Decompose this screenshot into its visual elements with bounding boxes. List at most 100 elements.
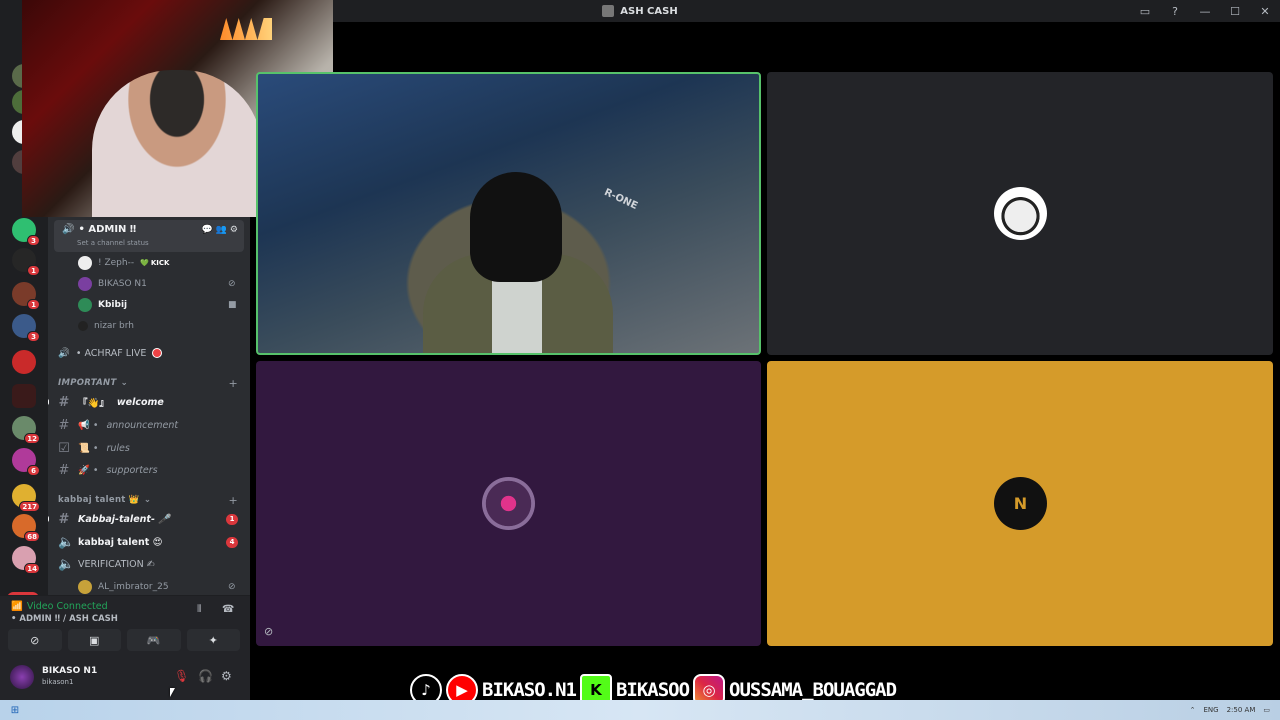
avatar <box>78 256 92 270</box>
server-icon[interactable] <box>12 350 36 374</box>
add-channel-icon[interactable]: + <box>228 377 238 390</box>
channel-sidebar: 🔊 • ADMIN ‼ Set a channel status 💬 👥 ⚙ ! Ze… <box>48 217 250 595</box>
server-icon[interactable]: 1 <box>12 282 40 310</box>
server-icon[interactable]: 3 <box>12 314 40 342</box>
chevron-down-icon: ⌄ <box>120 378 129 388</box>
voice-member-name: BIKASO N1 <box>98 279 147 289</box>
windows-taskbar: ⊞ ⌃ ENG 2:50 AM ▭ <box>0 700 1280 720</box>
hash-icon: # <box>58 417 70 433</box>
channel-status-prompt[interactable]: Set a channel status <box>77 239 149 247</box>
help-icon[interactable]: ? <box>1160 0 1190 22</box>
chat-icon[interactable]: 💬 <box>201 225 212 235</box>
chair-brand-text: R-ONE <box>602 187 640 212</box>
category-important[interactable]: IMPORTANT ⌄ + <box>58 376 238 390</box>
mention-count: 1 <box>226 513 238 525</box>
connected-channel-path[interactable]: • ADMIN ‼ / ASH CASH <box>11 614 118 624</box>
mouse-cursor-icon <box>170 688 175 697</box>
channel-supporters[interactable]: # 🚀 • supporters <box>58 461 242 479</box>
maximize-button[interactable]: ☐ <box>1220 0 1250 22</box>
user-handle: bikason1 <box>42 678 74 686</box>
notification-icon[interactable]: ▭ <box>1263 706 1270 714</box>
screen-share-button[interactable]: ▣ <box>67 629 121 651</box>
server-badge: 14 <box>24 563 40 574</box>
video-tile[interactable]: N <box>767 361 1273 646</box>
minimize-button[interactable]: — <box>1190 0 1220 22</box>
channel-avatar-icon <box>602 5 615 17</box>
headphones-icon[interactable]: 🎧 <box>198 669 213 683</box>
voice-channel-achraf[interactable]: 🔊 • ACHRAF LIVE <box>58 345 163 361</box>
server-icon[interactable]: 3 <box>12 218 40 246</box>
window-title: ASH CASH <box>602 5 678 17</box>
hex-light-decor <box>220 18 272 40</box>
mic-muted-icon[interactable]: 🎙 <box>174 669 189 683</box>
category-kabbaj-talent[interactable]: kabbaj talent 👑 ⌄ + <box>58 493 238 507</box>
kick-tag: 💚 KICK <box>140 259 170 267</box>
avatar <box>78 298 92 312</box>
voice-member[interactable]: ! Zeph-- 💚 KICK <box>78 255 169 271</box>
server-badge: 1 <box>27 299 40 310</box>
signal-icon: 📶 <box>11 601 23 612</box>
channel-announcement[interactable]: # 📢 • announcement <box>58 416 242 434</box>
hash-icon: # <box>58 511 70 527</box>
server-icon[interactable]: 6 <box>12 448 40 476</box>
social-handle: BIKASOO <box>615 679 690 701</box>
voice-member-name: nizar brh <box>94 321 134 331</box>
disconnect-icon[interactable]: ☎ <box>222 604 234 615</box>
inbox-icon[interactable]: ▭ <box>1130 0 1160 22</box>
participant-shirt <box>492 274 542 353</box>
server-badge: 217 <box>19 501 40 512</box>
channel-welcome[interactable]: # 『👋』 welcome <box>48 393 242 411</box>
channel-verification[interactable]: 🔈 VERIFICATION ✍ <box>58 555 242 573</box>
server-badge: 6 <box>27 465 40 476</box>
unread-indicator <box>48 516 49 522</box>
voice-member[interactable]: Kbibij ■ <box>78 297 237 313</box>
close-button[interactable]: ✕ <box>1250 0 1280 22</box>
user-name: BIKASO N1 <box>42 666 98 676</box>
server-icon[interactable]: 12 <box>12 416 40 444</box>
activity-button[interactable]: 🎮 <box>127 629 181 651</box>
settings-icon[interactable]: ⚙ <box>230 225 238 235</box>
server-badge: 3 <box>27 331 40 342</box>
voice-channel-header[interactable]: 🔊 • ADMIN ‼ Set a channel status 💬 👥 ⚙ <box>54 220 244 252</box>
server-icon[interactable]: 217 <box>12 484 40 512</box>
muted-mic-icon: ⊘ <box>264 625 274 638</box>
speaker-icon: 🔈 <box>58 556 75 572</box>
user-panel: BIKASO N1 bikason1 🎙 🎧 ⚙ <box>0 657 250 700</box>
rules-check-icon: ☑ <box>58 440 70 456</box>
connection-status: 📶 Video Connected <box>11 601 108 612</box>
server-icon[interactable]: 14 <box>12 546 40 574</box>
server-badge: 68 <box>24 531 40 542</box>
invite-icon[interactable]: 👥 <box>216 225 227 235</box>
server-icon[interactable]: 68 <box>12 514 40 542</box>
chevron-up-icon[interactable]: ⌃ <box>1190 706 1196 714</box>
language-indicator[interactable]: ENG <box>1204 706 1219 714</box>
muted-mic-icon: ⊘ <box>228 582 236 592</box>
soundboard-button[interactable]: ✦ <box>186 629 240 651</box>
clock[interactable]: 2:50 AM <box>1227 706 1256 714</box>
video-tile[interactable] <box>767 72 1273 355</box>
window-title-text: ASH CASH <box>620 5 678 17</box>
server-icon[interactable]: 1 <box>12 248 40 276</box>
chevron-down-icon: ⌄ <box>143 495 152 505</box>
video-tile[interactable]: ⊘ <box>256 361 761 646</box>
channel-kabbaj-talent-text[interactable]: # Kabbaj-talent- 🎤 1 <box>48 510 242 528</box>
voice-member[interactable]: AL_imbrator_25 ⊘ <box>78 579 236 595</box>
noise-suppression-icon[interactable]: ⦀ <box>197 604 201 615</box>
avatar[interactable] <box>10 665 34 689</box>
server-icon[interactable] <box>12 384 36 408</box>
user-settings-icon[interactable]: ⚙ <box>221 669 232 683</box>
add-channel-icon[interactable]: + <box>228 494 238 507</box>
voice-member[interactable]: BIKASO N1 ⊘ <box>78 276 236 292</box>
channel-kabbaj-talent-voice[interactable]: 🔈 kabbaj talent 😍 4 <box>58 533 242 551</box>
participant-avatar <box>994 187 1047 240</box>
camera-toggle-button[interactable]: ⊘ <box>8 629 62 651</box>
unread-indicator <box>48 399 49 405</box>
voice-member-name: ! Zeph-- <box>98 258 135 268</box>
channel-rules[interactable]: ☑ 📜 • rules <box>58 439 242 457</box>
voice-member[interactable]: nizar brh <box>78 318 134 334</box>
video-tile-speaking[interactable]: R-ONE <box>256 72 761 355</box>
windows-start-icon[interactable]: ⊞ <box>6 703 24 717</box>
hash-icon: # <box>58 462 70 478</box>
voice-member-name: Kbibij <box>98 300 128 310</box>
speaker-icon: 🔈 <box>58 534 75 550</box>
